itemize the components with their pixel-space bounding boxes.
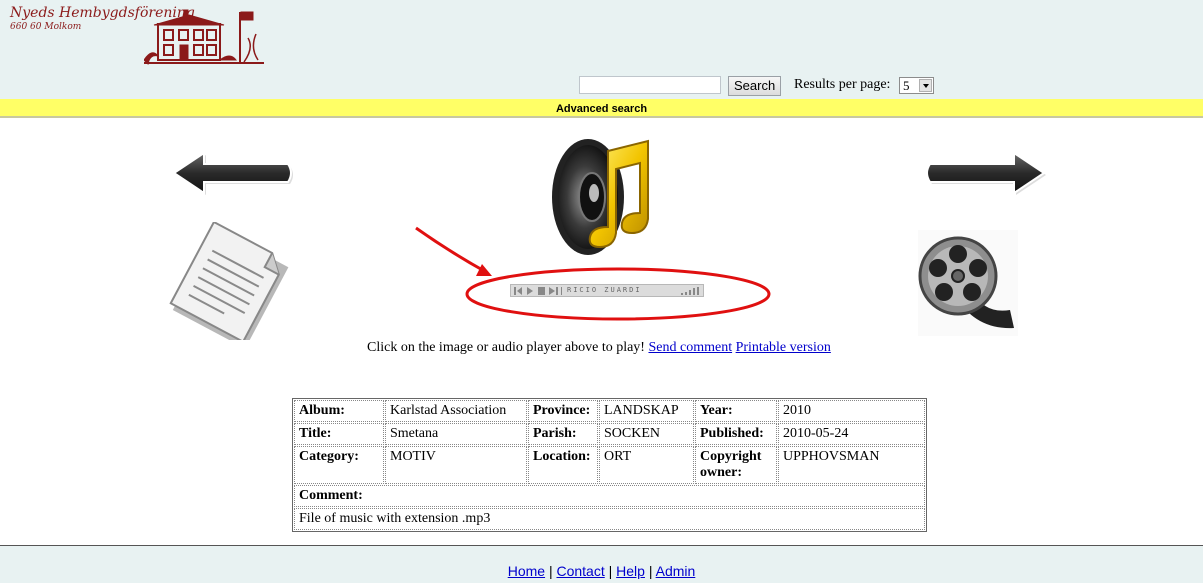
year-value: 2010	[778, 400, 925, 422]
chevron-down-icon[interactable]	[919, 79, 932, 92]
music-speaker-icon[interactable]	[548, 133, 664, 257]
category-value: MOTIV	[385, 446, 527, 484]
location-label: Location:	[528, 446, 598, 484]
footer-admin-link[interactable]: Admin	[656, 563, 696, 579]
album-value: Karlstad Association	[385, 400, 527, 422]
audio-player[interactable]: RICIO ZUARDI	[510, 284, 704, 297]
footer-contact-link[interactable]: Contact	[556, 563, 604, 579]
results-per-page-value: 5	[903, 78, 910, 93]
province-value: LANDSKAP	[599, 400, 694, 422]
document-icon[interactable]	[160, 222, 298, 340]
location-value: ORT	[599, 446, 694, 484]
results-per-page-select[interactable]: 5	[899, 77, 934, 94]
metadata-table: Album: Karlstad Association Province: LA…	[292, 398, 927, 532]
table-row: Title: Smetana Parish: SOCKEN Published:…	[294, 423, 925, 445]
footer-help-link[interactable]: Help	[616, 563, 645, 579]
logo-house-icon	[144, 9, 264, 66]
site-footer: Home | Contact | Help | Admin	[0, 545, 1203, 583]
copyright-label: Copyright owner:	[695, 446, 777, 484]
year-label: Year:	[695, 400, 777, 422]
footer-separator: |	[545, 563, 557, 579]
right-arrow-icon[interactable]	[922, 150, 1048, 196]
send-comment-link[interactable]: Send comment	[648, 340, 732, 355]
table-row: Album: Karlstad Association Province: LA…	[294, 400, 925, 422]
title-value: Smetana	[385, 423, 527, 445]
left-arrow-icon[interactable]	[170, 150, 296, 196]
footer-home-link[interactable]: Home	[508, 563, 545, 579]
table-row: File of music with extension .mp3	[294, 508, 925, 530]
search-button[interactable]: Search	[728, 76, 782, 96]
play-instruction: Click on the image or audio player above…	[367, 340, 649, 355]
footer-nav: Home | Contact | Help | Admin	[0, 563, 1203, 579]
comment-value: File of music with extension .mp3	[294, 508, 925, 530]
published-value: 2010-05-24	[778, 423, 925, 445]
volume-icon[interactable]	[681, 287, 699, 295]
copyright-value: UPPHOVSMAN	[778, 446, 925, 484]
player-track-text: RICIO ZUARDI	[567, 286, 642, 294]
advanced-search-link[interactable]: Advanced search	[556, 103, 647, 115]
footer-separator: |	[604, 563, 617, 579]
advanced-search-bar: Advanced search	[0, 99, 1203, 118]
film-reel-icon[interactable]	[918, 230, 1018, 336]
player-controls-icon[interactable]	[514, 287, 566, 295]
category-label: Category:	[294, 446, 384, 484]
site-header: Nyeds Hembygdsförening 660 60 Molkom Sea…	[0, 0, 1203, 99]
play-caption: Click on the image or audio player above…	[367, 340, 831, 356]
table-row: Comment:	[294, 485, 925, 507]
search-input[interactable]	[579, 76, 721, 94]
org-address: 660 60 Molkom	[10, 22, 82, 32]
parish-value: SOCKEN	[599, 423, 694, 445]
results-per-page-label: Results per page:	[794, 77, 891, 92]
printable-version-link[interactable]: Printable version	[736, 340, 831, 355]
title-label: Title:	[294, 423, 384, 445]
comment-label: Comment:	[294, 485, 925, 507]
province-label: Province:	[528, 400, 598, 422]
table-row: Category: MOTIV Location: ORT Copyright …	[294, 446, 925, 484]
parish-label: Parish:	[528, 423, 598, 445]
published-label: Published:	[695, 423, 777, 445]
footer-separator: |	[644, 563, 656, 579]
album-label: Album:	[294, 400, 384, 422]
